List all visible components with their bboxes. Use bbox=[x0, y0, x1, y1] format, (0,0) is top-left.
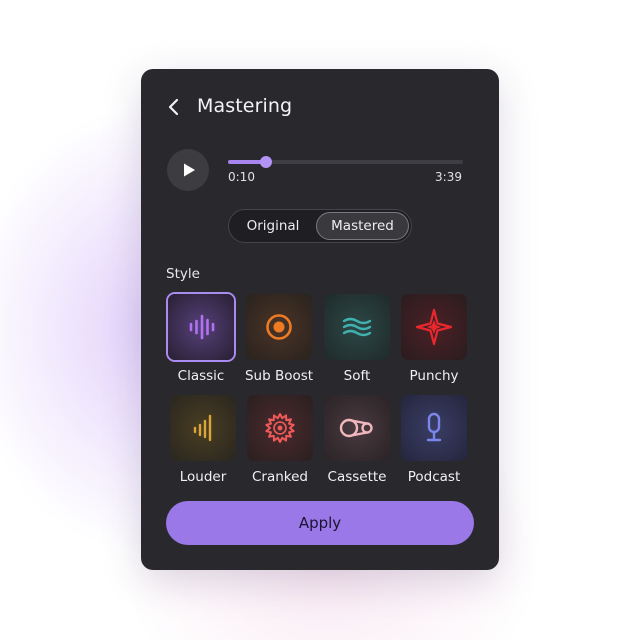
header: Mastering bbox=[141, 69, 499, 149]
gear-burst-icon bbox=[247, 395, 313, 461]
style-section-label: Style bbox=[166, 266, 200, 282]
speaker-target-icon bbox=[246, 294, 312, 360]
style-tile-podcast[interactable]: Podcast bbox=[401, 395, 467, 485]
original-mastered-toggle: Original Mastered bbox=[228, 209, 412, 243]
style-tile-cranked[interactable]: Cranked bbox=[247, 395, 313, 485]
progress-thumb[interactable] bbox=[259, 156, 272, 168]
apply-button[interactable]: Apply bbox=[166, 501, 474, 545]
style-tile-louder-box bbox=[170, 395, 236, 461]
progress-slider[interactable] bbox=[228, 156, 463, 168]
current-time: 0:10 bbox=[228, 170, 255, 184]
toggle-original[interactable]: Original bbox=[233, 212, 313, 240]
soft-waves-icon bbox=[324, 294, 390, 360]
back-button[interactable] bbox=[165, 95, 185, 119]
style-tile-label: Podcast bbox=[407, 469, 461, 485]
style-tile-label: Punchy bbox=[409, 368, 459, 384]
style-tile-punchy[interactable]: Punchy bbox=[401, 294, 467, 384]
star-burst-icon bbox=[401, 294, 467, 360]
style-tile-cranked-box bbox=[247, 395, 313, 461]
waveform-icon bbox=[168, 294, 234, 360]
style-tile-louder[interactable]: Louder bbox=[170, 395, 236, 485]
style-tile-cassette-box bbox=[324, 395, 390, 461]
style-tile-punchy-box bbox=[401, 294, 467, 360]
cassette-reels-icon bbox=[324, 395, 390, 461]
toggle-mastered[interactable]: Mastered bbox=[316, 212, 409, 240]
style-tile-sub-boost[interactable]: Sub Boost bbox=[245, 294, 313, 384]
microphone-icon bbox=[401, 395, 467, 461]
style-tile-sub-boost-box bbox=[246, 294, 312, 360]
rising-bars-icon bbox=[170, 395, 236, 461]
page-title: Mastering bbox=[197, 95, 293, 117]
style-tile-soft-box bbox=[324, 294, 390, 360]
style-tile-podcast-box bbox=[401, 395, 467, 461]
mastering-panel: Mastering 0:10 3:39 Original Mastered St… bbox=[141, 69, 499, 570]
play-icon bbox=[184, 163, 195, 177]
style-tile-cassette[interactable]: Cassette bbox=[324, 395, 390, 485]
style-tile-classic-box bbox=[166, 292, 236, 362]
play-button[interactable] bbox=[167, 149, 209, 191]
chevron-left-icon bbox=[168, 98, 179, 116]
style-tile-classic[interactable]: Classic bbox=[166, 292, 236, 384]
total-time: 3:39 bbox=[435, 170, 462, 184]
style-tile-soft[interactable]: Soft bbox=[324, 294, 390, 384]
